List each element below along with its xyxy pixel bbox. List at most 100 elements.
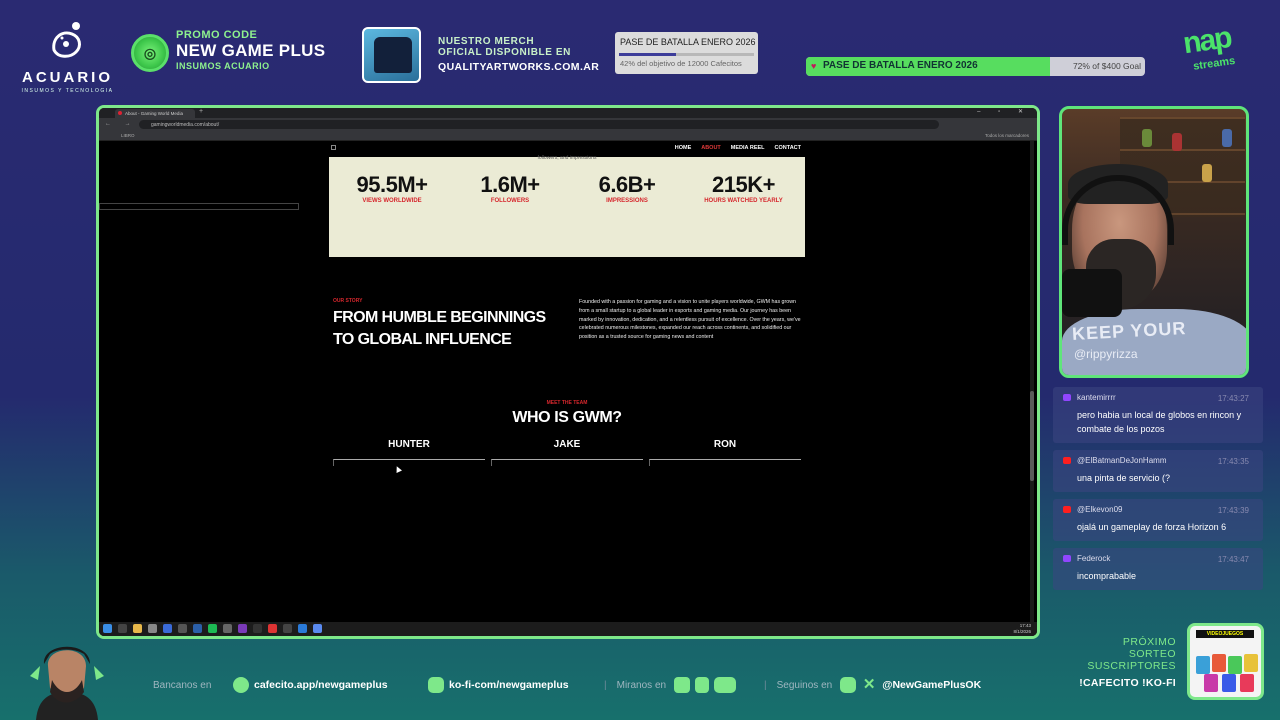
streamer-handle: @rippyrizza [1074, 347, 1138, 361]
windows-taskbar: 17:43 8/1/2026 [99, 622, 1037, 636]
browser-tab[interactable]: About - Gaming World Media [115, 109, 195, 118]
scrollbar-thumb[interactable] [1030, 391, 1034, 481]
support-bar: Bancanos en [153, 676, 211, 694]
browser-toolbar: ← → ↻ gamingworldmedia.com/about/ [99, 118, 1037, 131]
chat-timestamp: 17:43:47 [1217, 555, 1249, 564]
youtube-icon[interactable] [714, 677, 737, 693]
webcam-feed: KEEP YOUR @rippyrizza [1059, 106, 1249, 378]
chat-text: incomprabable [1077, 571, 1137, 581]
clock-date: 8/1/2026 [1013, 629, 1031, 634]
bookmark-folder[interactable]: LIBRO [121, 133, 135, 138]
chat-message: @Elkevon09 17:43:39 ojalá un gameplay de… [1053, 499, 1263, 541]
search-icon[interactable] [118, 624, 127, 633]
window-controls[interactable]: – ▫ ✕ [977, 108, 1031, 115]
broken-image-placeholder [99, 203, 299, 210]
nav-home[interactable]: HOME [675, 145, 692, 151]
stat-views: 95.5M+ VIEWS WORLDWIDE [337, 172, 447, 204]
heart-icon: ♥ [811, 61, 817, 71]
cafecito-link-wrap[interactable]: cafecito.app/newgameplus [233, 676, 388, 694]
member-image [333, 459, 485, 466]
app-icon[interactable] [163, 624, 172, 633]
twitch-icon[interactable] [674, 677, 691, 693]
promo-label: PROMO CODE [176, 29, 258, 41]
all-bookmarks[interactable]: Todos los marcadores [985, 133, 1029, 138]
team-member-card[interactable]: RON [649, 439, 801, 466]
app-icon[interactable] [178, 624, 187, 633]
chat-message: Federock 17:43:47 incomprabable [1053, 548, 1263, 590]
prize-header: VIDEOJUEGOS [1196, 630, 1254, 638]
app-icon[interactable] [238, 624, 247, 633]
figure [1222, 129, 1232, 147]
screen-capture: About - Gaming World Media + – ▫ ✕ ← → ↻… [96, 105, 1040, 639]
x-icon[interactable]: ✕ [861, 677, 877, 693]
giveaway-line: PRÓXIMO [1122, 636, 1176, 648]
promo-code: NEW GAME PLUS [176, 41, 326, 60]
app-icon[interactable] [223, 624, 232, 633]
nav-about[interactable]: ABOUT [701, 145, 721, 151]
game-box [1204, 674, 1218, 692]
team-eyebrow: MEET THE TEAM [546, 400, 588, 406]
new-tab-icon[interactable]: + [199, 108, 203, 115]
app-icon[interactable] [298, 624, 307, 633]
cafecito-link[interactable]: cafecito.app/newgameplus [254, 679, 388, 691]
bancanos-label: Bancanos en [153, 679, 212, 691]
site-logo-icon[interactable] [331, 145, 336, 150]
miranos-wrap: | Miranos en [604, 676, 741, 694]
nav-contact[interactable]: CONTACT [775, 145, 801, 151]
tab-title: About - Gaming World Media [125, 111, 183, 116]
twitch-icon [1063, 394, 1071, 401]
stats-panel: followers, and impressions 95.5M+ VIEWS … [329, 155, 805, 257]
mouse-cursor-icon [394, 465, 402, 473]
stat-label: HOURS WATCHED YEARLY [704, 198, 783, 204]
story-eyebrow: OUR STORY [333, 298, 363, 304]
cafecito-icon [233, 677, 249, 693]
goal-bar-amount: 72% of $400 Goal [1072, 61, 1141, 71]
member-image [491, 459, 643, 466]
app-icon[interactable] [313, 624, 322, 633]
social-handle[interactable]: @NewGamePlusOK [882, 679, 981, 691]
youtube-icon [1063, 457, 1071, 464]
address-bar[interactable]: gamingworldmedia.com/about/ [139, 120, 939, 129]
bookmarks-bar: LIBRO Todos los marcadores [99, 131, 1037, 141]
figure [1172, 133, 1182, 151]
microphone [1062, 269, 1122, 317]
app-icon[interactable] [283, 624, 292, 633]
game-box [1228, 656, 1242, 674]
team-title: WHO IS GWM? [512, 409, 622, 426]
stat-value: 215K+ [712, 172, 775, 197]
chat-timestamp: 17:43:39 [1217, 506, 1249, 515]
team-member-card[interactable]: JAKE [491, 439, 643, 466]
chat-username: @ElBatmanDeJonHamm [1077, 456, 1167, 465]
chat-text: ojalá un gameplay de forza Horizon 6 [1077, 522, 1227, 532]
game-box [1222, 674, 1236, 692]
kofi-link-wrap[interactable]: ko-fi-com/newgameplus [428, 676, 569, 694]
app-icon[interactable] [253, 624, 262, 633]
kick-icon[interactable] [695, 677, 710, 693]
spotify-icon[interactable] [208, 624, 217, 633]
chat-username: kantemirrrr [1077, 393, 1116, 402]
page-scrollbar[interactable] [1030, 141, 1034, 622]
giveaway-line: SORTEO [1128, 648, 1176, 660]
promo-code-block: PROMO CODE NEW GAME PLUS INSUMOS ACUARIO [176, 29, 325, 71]
instagram-icon[interactable] [840, 677, 857, 693]
giveaway-commands: !CAFECITO !KO-FI [1079, 677, 1176, 689]
file-explorer-icon[interactable] [133, 624, 142, 633]
start-icon[interactable] [103, 624, 112, 633]
stat-label: VIEWS WORLDWIDE [362, 198, 422, 204]
chrome-icon[interactable] [148, 624, 157, 633]
battle-pass-goal-card: PASE DE BATALLA ENERO 2026 42% del objet… [615, 32, 758, 74]
kofi-link[interactable]: ko-fi-com/newgameplus [449, 679, 569, 691]
seguinos-wrap: | Seguinos en ✕ @NewGamePlusOK [764, 676, 981, 694]
game-box [1240, 674, 1254, 692]
team-member-card[interactable]: HUNTER [333, 439, 485, 466]
chat-timestamp: 17:43:35 [1217, 457, 1249, 466]
nav-media-reel[interactable]: MEDIA REEL [731, 145, 765, 151]
taskbar-clock[interactable]: 17:43 8/1/2026 [1013, 623, 1031, 635]
miranos-label: Miranos en [616, 679, 667, 691]
separator: | [604, 679, 607, 691]
story-body: Founded with a passion for gaming and a … [579, 299, 801, 341]
steam-icon[interactable] [193, 624, 202, 633]
obs-icon[interactable] [268, 624, 277, 633]
team-section: MEET THE TEAM WHO IS GWM? [329, 400, 805, 427]
stat-value: 95.5M+ [356, 172, 429, 197]
